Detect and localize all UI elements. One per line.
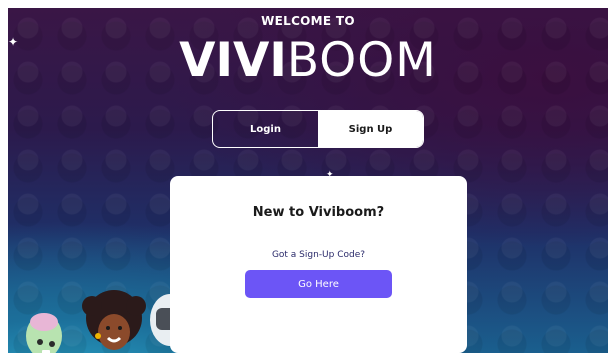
logo-bold-text: VIVI: [179, 33, 287, 88]
tab-login[interactable]: Login: [213, 111, 318, 147]
viviboom-logo: VIVIBOOM: [8, 34, 608, 88]
welcome-heading: WELCOME TO: [261, 14, 355, 28]
zombie-character-illustration: [26, 313, 62, 353]
go-here-button[interactable]: Go Here: [245, 270, 392, 298]
girl-character-illustration: [82, 290, 146, 350]
auth-toggle: Login Sign Up: [212, 110, 424, 148]
logo-thin-text: BOOM: [286, 33, 437, 88]
tab-signup[interactable]: Sign Up: [318, 111, 423, 147]
welcome-background: ✦ ✦ WELCOME TO VIVIBOOM Login Sign Up Ne…: [8, 8, 608, 353]
card-title: New to Viviboom?: [252, 205, 385, 220]
signup-code-prompt: Got a Sign-Up Code?: [271, 250, 366, 260]
signup-card: New to Viviboom? Got a Sign-Up Code? Go …: [170, 176, 467, 353]
